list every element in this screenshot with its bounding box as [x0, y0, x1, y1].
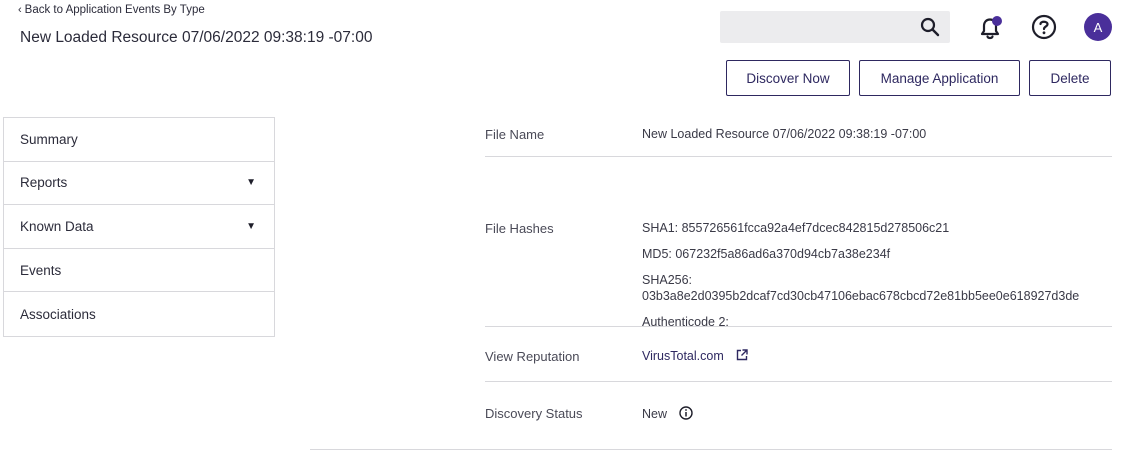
notification-bell-icon[interactable]	[977, 14, 1003, 42]
view-reputation-label: View Reputation	[485, 349, 580, 364]
caret-down-icon: ▼	[246, 220, 256, 232]
file-hashes-label: File Hashes	[485, 221, 554, 236]
discovery-status-row: Discovery Status New	[485, 382, 1112, 437]
search-box[interactable]	[720, 11, 950, 43]
discovery-status-label: Discovery Status	[485, 406, 583, 421]
sha256-label: SHA256:	[642, 273, 693, 287]
view-reputation-value: VirusTotal.com	[642, 349, 748, 381]
sha1-hash: SHA1: 855726561fcca92a4ef7dcec842815d278…	[642, 221, 950, 235]
back-link-label: Back to Application Events By Type	[24, 4, 205, 16]
file-hashes-value: SHA1: 855726561fcca92a4ef7dcec842815d278…	[642, 157, 1079, 326]
file-name-row: File Name New Loaded Resource 07/06/2022…	[485, 117, 1112, 157]
discovery-status-value: New	[642, 406, 693, 437]
notification-dot	[992, 16, 1002, 26]
view-reputation-row: View Reputation VirusTotal.com	[485, 327, 1112, 382]
info-icon[interactable]	[678, 406, 693, 420]
back-link[interactable]: ‹ Back to Application Events By Type	[18, 4, 205, 16]
side-nav: Summary Reports ▼ Known Data ▼ Events As…	[3, 117, 275, 337]
manage-application-button[interactable]: Manage Application	[859, 60, 1020, 96]
file-hashes-row: File Hashes SHA1: 855726561fcca92a4ef7dc…	[485, 157, 1112, 327]
virustotal-link[interactable]: VirusTotal.com	[642, 349, 724, 363]
sidebar-item-label: Reports	[20, 175, 68, 191]
bottom-divider	[310, 449, 1112, 450]
md5-hash: MD5: 067232f5a86ad6a370d94cb7a38e234f	[642, 247, 891, 261]
sidebar-item-known-data[interactable]: Known Data ▼	[4, 205, 274, 249]
sidebar-item-summary[interactable]: Summary	[4, 118, 274, 162]
search-icon[interactable]	[920, 17, 940, 37]
sha256-hash: 03b3a8e2d0395b2dcaf7cd30cb47106ebac678cb…	[642, 289, 1080, 303]
external-link-icon[interactable]	[736, 349, 748, 361]
sidebar-item-label: Summary	[20, 131, 78, 147]
sidebar-item-associations[interactable]: Associations	[4, 292, 274, 336]
delete-button[interactable]: Delete	[1029, 60, 1111, 96]
file-name-value: New Loaded Resource 07/06/2022 09:38:19 …	[642, 127, 927, 141]
sidebar-item-label: Known Data	[20, 218, 94, 234]
sidebar-item-label: Events	[20, 262, 62, 278]
details-panel: File Name New Loaded Resource 07/06/2022…	[485, 117, 1112, 437]
sidebar-item-events[interactable]: Events	[4, 249, 274, 293]
sidebar-item-label: Associations	[20, 306, 96, 322]
page-title: New Loaded Resource 07/06/2022 09:38:19 …	[20, 29, 373, 46]
discovery-status-text: New	[642, 407, 668, 421]
avatar[interactable]: A	[1084, 13, 1112, 41]
help-icon[interactable]	[1031, 14, 1057, 40]
sidebar-item-reports[interactable]: Reports ▼	[4, 162, 274, 206]
discover-now-button[interactable]: Discover Now	[726, 60, 850, 96]
authenticode-label: Authenticode 2:	[642, 315, 729, 326]
search-input[interactable]	[720, 11, 910, 43]
caret-down-icon: ▼	[246, 177, 256, 189]
file-name-label: File Name	[485, 127, 545, 142]
chevron-left-icon: ‹	[18, 3, 22, 16]
page-root: ‹ Back to Application Events By Type New…	[0, 0, 1122, 470]
